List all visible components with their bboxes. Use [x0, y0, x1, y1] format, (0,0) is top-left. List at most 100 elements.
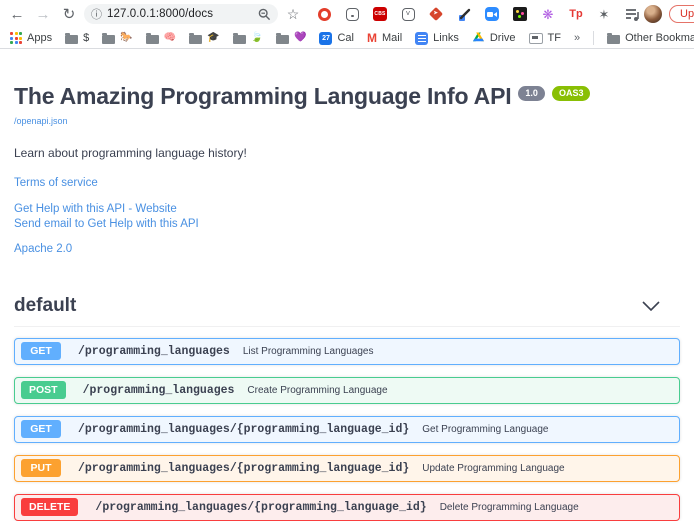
calendar-icon: 27 — [319, 32, 332, 45]
page-info-icon[interactable]: ⓘ — [91, 6, 102, 22]
method-badge: PUT — [21, 459, 61, 478]
folder-icon — [276, 35, 289, 44]
back-icon[interactable]: ← — [6, 3, 28, 25]
diamond-arrow-extension-icon[interactable]: ➤ — [428, 6, 444, 22]
bookmark-mail[interactable]: M Mail — [367, 32, 402, 44]
red-ring-extension-icon[interactable] — [316, 6, 332, 22]
section-default-header[interactable]: default — [14, 289, 680, 327]
endpoint-summary: Get Programming Language — [422, 424, 548, 435]
endpoint-list: GET /programming_languages List Programm… — [14, 338, 680, 521]
gmail-icon: M — [367, 32, 377, 44]
bookmark-label: Apps — [27, 32, 52, 44]
purple-flower-extension-icon[interactable]: ❋ — [540, 6, 556, 22]
endpoint-get-list[interactable]: GET /programming_languages List Programm… — [14, 338, 680, 365]
bookmark-label: Mail — [382, 32, 402, 44]
folder-icon — [233, 35, 246, 44]
bookmark-label: Links — [433, 32, 459, 44]
bookmark-label: $ — [83, 32, 89, 44]
bookmark-drive[interactable]: Drive — [472, 32, 516, 44]
extensions-bar: CBS ˅ ➤ ❋ Tp ✶ — [316, 6, 640, 22]
help-email-link[interactable]: Send email to Get Help with this API — [14, 217, 680, 231]
openapi-json-link[interactable]: /openapi.json — [14, 116, 68, 126]
endpoint-summary: Create Programming Language — [247, 385, 387, 396]
browser-toolbar: ← → ↻ ⓘ 127.0.0.1:8000/docs ☆ CBS ˅ ➤ ❋ … — [0, 0, 694, 28]
video-camera-extension-icon[interactable] — [484, 6, 500, 22]
bookmarks-bar: Apps $ 🐎 🧠 🎓 🍃 💜 27 Cal M Mail Links — [0, 28, 694, 49]
bookmark-label: 🐎 — [120, 33, 132, 43]
endpoint-path: /programming_languages — [83, 384, 235, 397]
help-website-link[interactable]: Get Help with this API - Website — [14, 202, 680, 216]
bookmark-label: Other Bookmarks — [625, 32, 694, 44]
swagger-docs-page: The Amazing Programming Language Info AP… — [0, 49, 694, 521]
terms-of-service-link[interactable]: Terms of service — [14, 176, 680, 190]
bookmark-label: 🎓 — [207, 33, 219, 43]
bookmark-label: 💜 — [294, 33, 306, 43]
forward-icon[interactable]: → — [32, 3, 54, 25]
bookmark-star-icon[interactable]: ☆ — [282, 3, 304, 25]
bookmark-folder-heart[interactable]: 💜 — [276, 33, 306, 44]
bookmark-label: 🧠 — [164, 33, 176, 43]
url-text[interactable]: 127.0.0.1:8000/docs — [107, 8, 253, 20]
endpoint-path: /programming_languages — [78, 345, 230, 358]
chat-bubble-extension-icon[interactable] — [344, 6, 360, 22]
license-link[interactable]: Apache 2.0 — [14, 242, 680, 256]
bookmark-folder-grad[interactable]: 🎓 — [189, 33, 219, 44]
endpoint-path: /programming_languages/{programming_lang… — [78, 423, 409, 436]
folder-icon — [189, 35, 202, 44]
method-badge: GET — [21, 420, 61, 439]
oas3-badge: OAS3 — [552, 86, 591, 101]
pocket-extension-icon[interactable]: ˅ — [400, 6, 416, 22]
endpoint-summary: Delete Programming Language — [440, 502, 579, 513]
update-button-label: Update — [680, 8, 694, 20]
links-icon — [415, 32, 428, 45]
bookmark-folder-brain[interactable]: 🧠 — [146, 33, 176, 44]
endpoint-get-one[interactable]: GET /programming_languages/{programming_… — [14, 416, 680, 443]
profile-avatar[interactable] — [644, 5, 662, 23]
folder-icon — [146, 35, 159, 44]
page-title: The Amazing Programming Language Info AP… — [14, 83, 511, 111]
bookmark-folder-dollar[interactable]: $ — [65, 32, 89, 44]
bookmark-label: Drive — [490, 32, 516, 44]
bookmark-tf[interactable]: TF — [529, 32, 561, 44]
color-picker-extension-icon[interactable] — [456, 6, 472, 22]
bookmark-label: TF — [548, 32, 561, 44]
zoom-out-icon[interactable] — [258, 8, 271, 21]
cbs-extension-label: CBS — [373, 7, 387, 21]
chevron-down-icon[interactable] — [642, 301, 660, 311]
sparkle-extension-icon[interactable]: ✶ — [596, 6, 612, 22]
reload-icon[interactable]: ↻ — [58, 3, 80, 25]
bookmark-label: 🍃 — [251, 33, 263, 43]
bookmark-folder-leaf[interactable]: 🍃 — [233, 33, 263, 44]
bookmark-apps[interactable]: Apps — [10, 32, 52, 44]
endpoint-delete[interactable]: DELETE /programming_languages/{programmi… — [14, 494, 680, 521]
bookmarks-overflow-icon[interactable]: » — [574, 32, 580, 44]
folder-icon — [607, 35, 620, 44]
bookmarks-separator — [593, 31, 594, 45]
other-bookmarks[interactable]: Other Bookmarks — [607, 32, 694, 44]
bookmark-folder-horse[interactable]: 🐎 — [102, 33, 132, 44]
endpoint-post-create[interactable]: POST /programming_languages Create Progr… — [14, 377, 680, 404]
endpoint-summary: Update Programming Language — [422, 463, 564, 474]
tp-extension-icon[interactable]: Tp — [568, 6, 584, 22]
playlist-extension-icon[interactable] — [624, 6, 640, 22]
apps-grid-icon — [10, 32, 22, 44]
bookmark-calendar[interactable]: 27 Cal — [319, 32, 354, 45]
method-badge: POST — [21, 381, 66, 400]
api-description: Learn about programming language history… — [14, 146, 680, 160]
folder-icon — [65, 35, 78, 44]
cbs-extension-icon[interactable]: CBS — [372, 6, 388, 22]
update-button[interactable]: Update ⋮ — [669, 5, 694, 23]
version-badge: 1.0 — [518, 86, 545, 101]
endpoint-put-update[interactable]: PUT /programming_languages/{programming_… — [14, 455, 680, 482]
bookmark-links[interactable]: Links — [415, 32, 459, 45]
folder-icon — [102, 35, 115, 44]
tf-favicon — [529, 33, 543, 44]
endpoint-summary: List Programming Languages — [243, 346, 374, 357]
drive-icon — [472, 32, 485, 44]
endpoint-path: /programming_languages/{programming_lang… — [95, 501, 426, 514]
method-badge: DELETE — [21, 498, 78, 517]
pattern-grid-extension-icon[interactable] — [512, 6, 528, 22]
section-title: default — [14, 295, 76, 317]
address-bar[interactable]: ⓘ 127.0.0.1:8000/docs — [84, 4, 278, 24]
bookmark-label: Cal — [337, 32, 354, 44]
